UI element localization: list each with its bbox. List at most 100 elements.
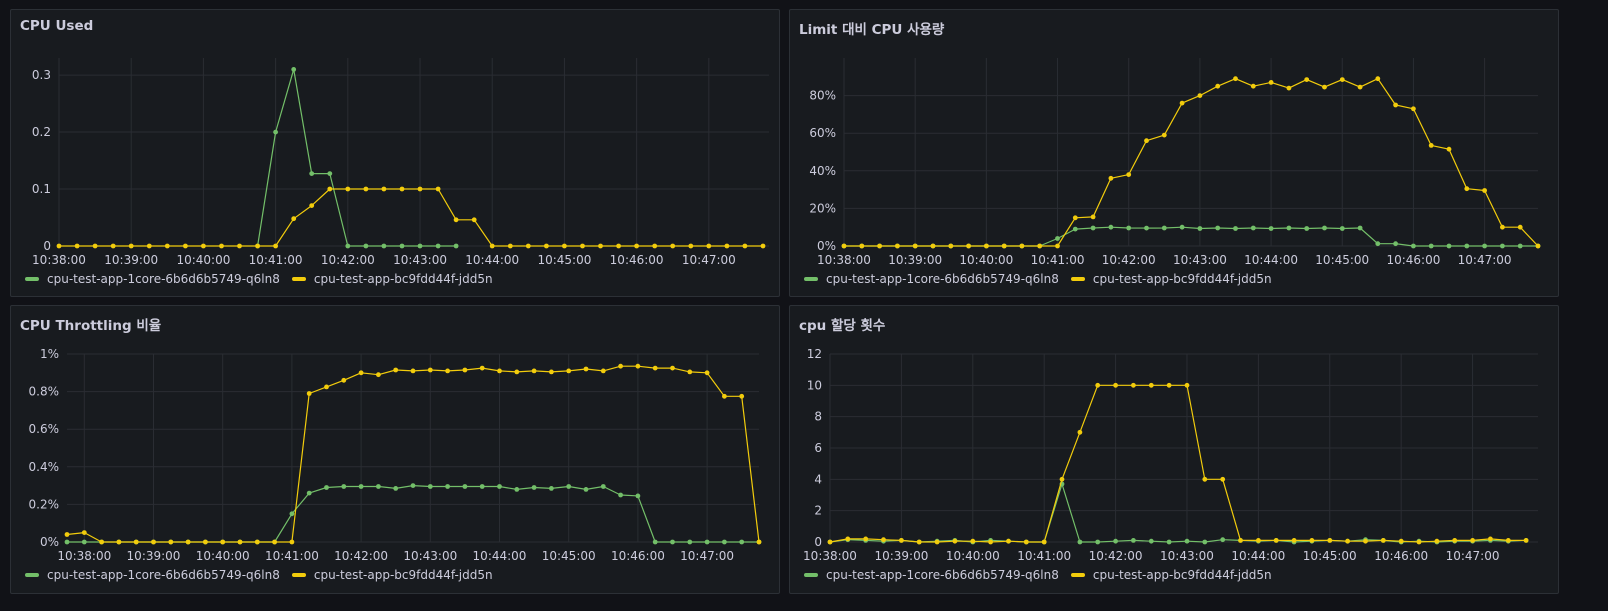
data-point: [1095, 539, 1101, 545]
legend-item-series-1[interactable]: cpu-test-app-1core-6b6d6b5749-q6ln8: [25, 568, 280, 582]
data-point: [291, 67, 297, 72]
data-point: [1197, 93, 1203, 98]
data-point: [1238, 538, 1243, 543]
chart-cpu-used: 0 0.1 0.2 0.3 10:38:00 10:39:00 10:40:00 10:41:…: [32, 58, 769, 267]
data-point: [381, 243, 387, 249]
y-tick-label: 0.8%: [29, 385, 60, 399]
series-line-2: [66, 365, 760, 543]
y-tick-label: 40%: [809, 164, 836, 178]
x-tick-label: 10:42:00: [334, 549, 388, 563]
data-point: [237, 243, 242, 249]
legend-item-series-2[interactable]: cpu-test-app-bc9fdd44f-jdd5n: [1070, 568, 1272, 582]
data-point: [1339, 77, 1345, 82]
data-point: [1393, 241, 1398, 247]
data-point: [1428, 243, 1434, 249]
series-line-2: [59, 188, 763, 247]
x-tick-label: 10:44:00: [465, 253, 519, 267]
data-point: [220, 539, 226, 545]
y-tick-label: 0.6%: [29, 422, 60, 436]
data-point: [1464, 243, 1470, 249]
series-line-1: [67, 485, 759, 543]
data-point: [201, 243, 206, 249]
data-point: [566, 368, 572, 374]
data-point: [445, 484, 450, 489]
x-tick-label: 10:43:00: [393, 253, 447, 267]
x-tick-label: 10:47:00: [1458, 253, 1512, 267]
data-point: [912, 243, 918, 249]
data-point: [859, 243, 865, 249]
legend-item-series-2[interactable]: cpu-test-app-bc9fdd44f-jdd5n: [291, 272, 493, 286]
data-point: [688, 243, 694, 249]
data-point: [497, 368, 502, 374]
data-point: [341, 484, 347, 489]
y-tick-label: 60%: [809, 126, 836, 140]
data-point: [966, 243, 971, 249]
data-point: [930, 243, 936, 249]
data-point: [324, 384, 329, 390]
data-point: [1500, 243, 1505, 249]
data-point: [988, 539, 993, 545]
data-point: [1411, 243, 1416, 249]
data-point: [1179, 100, 1185, 106]
y-tick-label: 0.4%: [29, 460, 60, 474]
data-point: [598, 243, 603, 249]
legend-item-series-2[interactable]: cpu-test-app-bc9fdd44f-jdd5n: [1070, 272, 1272, 286]
data-point: [948, 243, 954, 249]
data-point: [272, 539, 277, 545]
data-point: [863, 536, 869, 542]
y-tick-label: 0: [814, 535, 822, 549]
data-point: [618, 492, 623, 498]
x-tick-label: 10:45:00: [1315, 253, 1369, 267]
data-point: [64, 539, 70, 545]
legend-item-series-2[interactable]: cpu-test-app-bc9fdd44f-jdd5n: [291, 568, 493, 582]
data-point: [1131, 382, 1136, 388]
chart-cpu-allocation-count: 0 2 4 6 8 10 12 10:38:00 10:39:00 10:40:00 10:41:0…: [803, 347, 1538, 563]
data-point: [1517, 224, 1523, 230]
data-point: [74, 243, 80, 249]
data-point: [489, 243, 495, 249]
data-point: [376, 372, 381, 378]
data-point: [1001, 243, 1007, 249]
data-point: [453, 243, 459, 249]
data-point: [427, 367, 433, 373]
data-point: [324, 485, 329, 490]
data-point: [1446, 146, 1452, 152]
legend-label: cpu-test-app-1core-6b6d6b5749-q6ln8: [826, 568, 1059, 582]
data-point: [1095, 382, 1101, 388]
data-point: [514, 487, 520, 492]
data-point: [341, 377, 347, 383]
data-point: [706, 243, 712, 249]
x-tick-label: 10:44:00: [1244, 253, 1298, 267]
x-tick-label: 10:39:00: [874, 549, 928, 563]
data-point: [1072, 215, 1078, 221]
series-line-2: [844, 78, 1539, 247]
data-point: [1250, 225, 1256, 231]
data-point: [722, 539, 727, 545]
data-point: [1184, 382, 1190, 388]
data-point: [1202, 476, 1208, 482]
y-tick-label: 2: [814, 504, 822, 518]
data-point: [358, 484, 364, 489]
data-point: [381, 186, 387, 192]
data-point: [652, 243, 658, 249]
legend-item-series-1[interactable]: cpu-test-app-1core-6b6d6b5749-q6ln8: [804, 568, 1059, 582]
data-point: [183, 243, 188, 249]
data-point: [133, 539, 139, 545]
data-point: [462, 367, 468, 373]
data-point: [583, 366, 589, 372]
x-tick-label: 10:38:00: [32, 253, 86, 267]
data-point: [1144, 225, 1149, 231]
data-point: [525, 243, 531, 249]
y-tick-label: 0.3: [32, 68, 51, 82]
legend-swatch-green: [25, 277, 39, 281]
data-point: [445, 368, 450, 374]
legend-item-series-1[interactable]: cpu-test-app-1core-6b6d6b5749-q6ln8: [804, 272, 1059, 286]
series-line-1: [844, 226, 1538, 247]
data-point: [1304, 226, 1310, 231]
data-point: [1327, 538, 1333, 543]
data-point: [1322, 84, 1327, 90]
data-point: [514, 369, 520, 375]
legend-item-series-1[interactable]: cpu-test-app-1core-6b6d6b5749-q6ln8: [25, 272, 280, 286]
data-point: [1380, 538, 1386, 543]
x-tick-label: 10:40:00: [959, 253, 1013, 267]
